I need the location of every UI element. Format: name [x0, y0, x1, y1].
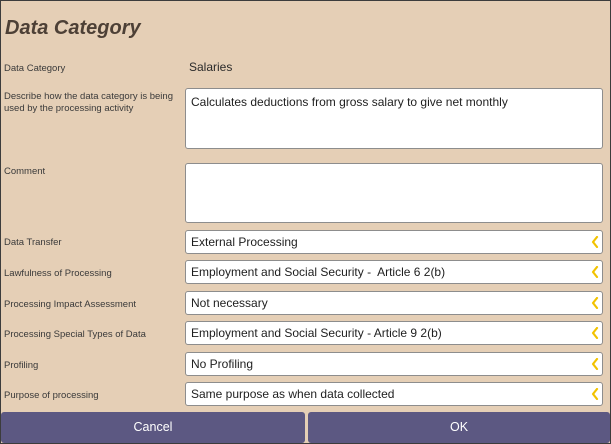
- lawfulness-value: Employment and Social Security - Article…: [191, 265, 446, 279]
- lawfulness-label: Lawfulness of Processing: [4, 268, 112, 279]
- comment-label: Comment: [4, 166, 46, 177]
- description-label: Describe how the data category is being …: [4, 91, 173, 114]
- profiling-select[interactable]: No Profiling: [185, 352, 603, 376]
- dialog-title: Data Category: [5, 17, 141, 39]
- impact-assessment-value: Not necessary: [191, 296, 268, 310]
- profiling-label: Profiling: [4, 360, 39, 371]
- purpose-select[interactable]: Same purpose as when data collected: [185, 382, 603, 406]
- chevron-left-icon[interactable]: [591, 297, 599, 309]
- chevron-left-icon[interactable]: [591, 358, 599, 370]
- chevron-left-icon[interactable]: [591, 327, 599, 339]
- chevron-left-icon[interactable]: [591, 266, 599, 278]
- chevron-left-icon[interactable]: [591, 388, 599, 400]
- special-types-value: Employment and Social Security - Article…: [191, 326, 442, 340]
- purpose-value: Same purpose as when data collected: [191, 387, 395, 401]
- special-types-label: Processing Special Types of Data: [4, 329, 146, 340]
- impact-assessment-label: Processing Impact Assessment: [4, 299, 136, 310]
- special-types-select[interactable]: Employment and Social Security - Article…: [185, 321, 603, 345]
- chevron-left-icon[interactable]: [591, 236, 599, 248]
- data-category-dialog: Data Category Data Category Salaries Des…: [0, 0, 611, 444]
- ok-button[interactable]: OK: [308, 412, 610, 443]
- purpose-label: Purpose of processing: [4, 390, 99, 401]
- description-textarea[interactable]: Calculates deductions from gross salary …: [185, 88, 603, 149]
- profiling-value: No Profiling: [191, 357, 254, 371]
- data-transfer-label: Data Transfer: [4, 237, 62, 248]
- lawfulness-select[interactable]: Employment and Social Security - Article…: [185, 260, 603, 284]
- comment-textarea[interactable]: [185, 163, 603, 223]
- dialog-footer: Cancel OK: [1, 412, 610, 443]
- data-category-value: Salaries: [189, 60, 233, 74]
- data-transfer-value: External Processing: [191, 235, 298, 249]
- impact-assessment-select[interactable]: Not necessary: [185, 291, 603, 315]
- data-transfer-select[interactable]: External Processing: [185, 230, 603, 254]
- data-category-label: Data Category: [4, 63, 66, 74]
- cancel-button[interactable]: Cancel: [1, 412, 305, 443]
